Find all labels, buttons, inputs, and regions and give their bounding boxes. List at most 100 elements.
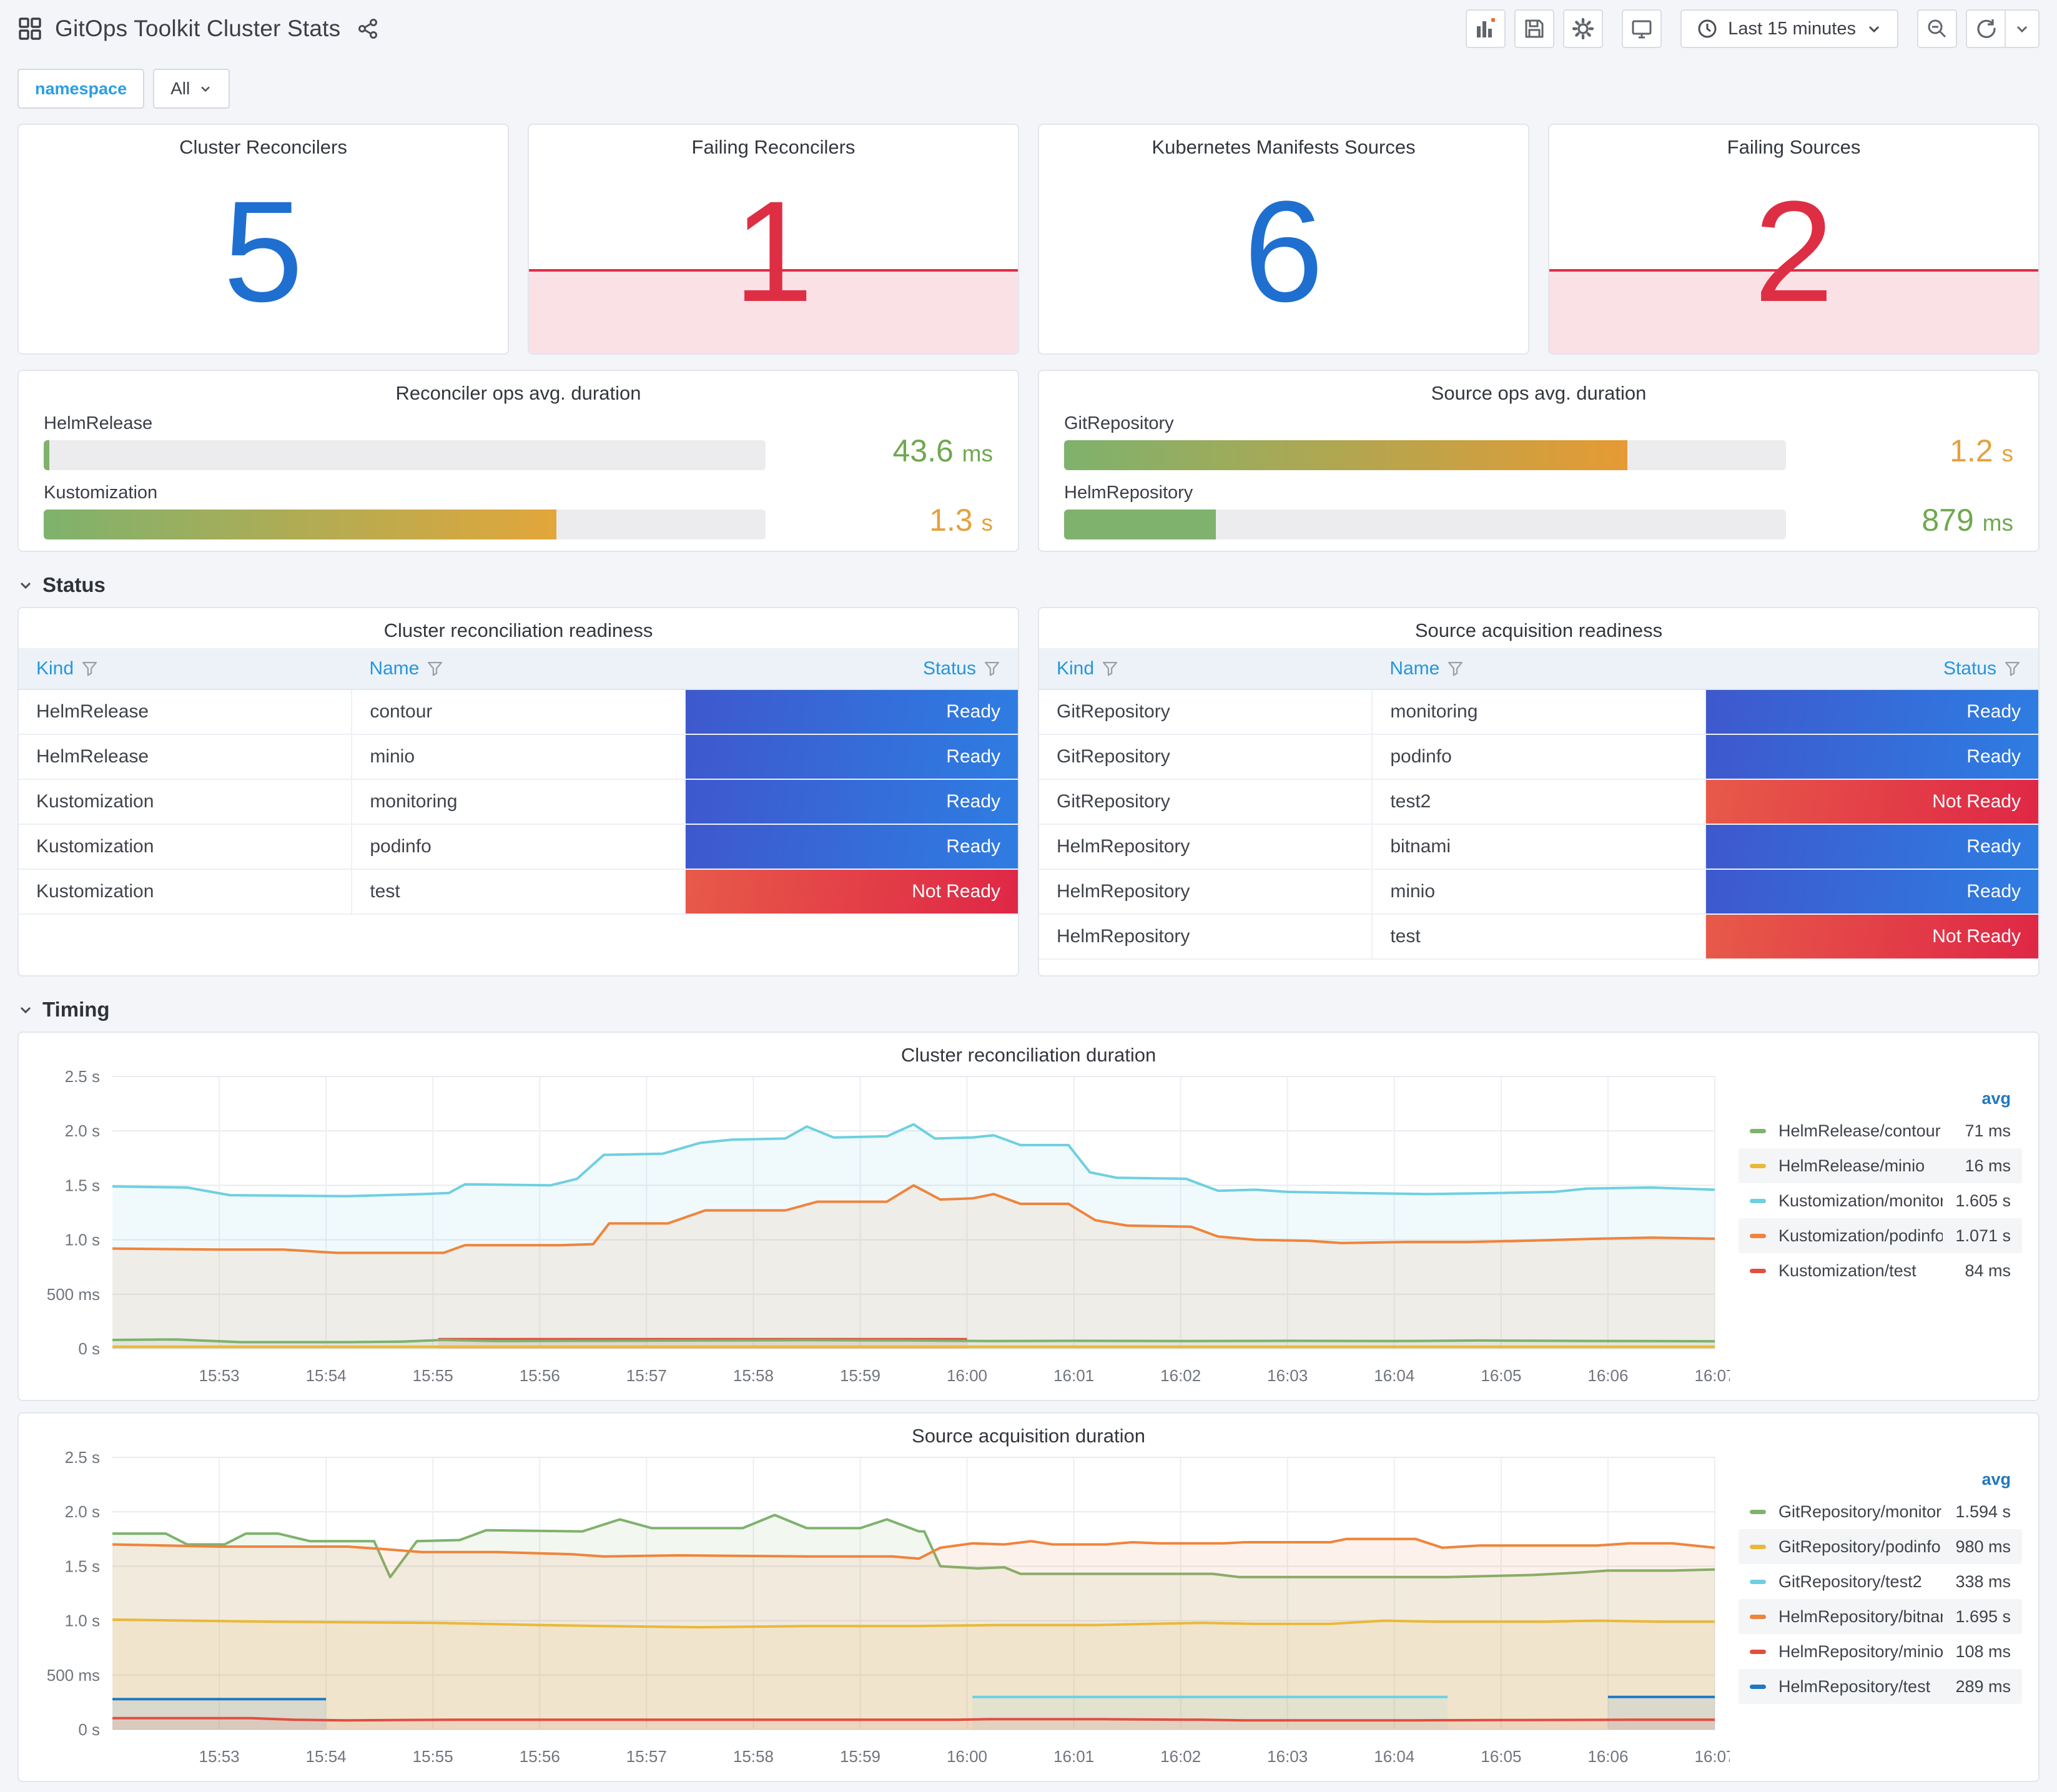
legend-series-label[interactable]: HelmRelease/minio — [1778, 1156, 1952, 1176]
panel-title[interactable]: Cluster Reconcilers — [19, 125, 508, 159]
table-row: GitRepository monitoring Ready — [1039, 689, 2038, 735]
svg-text:2.5 s: 2.5 s — [65, 1448, 100, 1467]
bargauge-panel-source-ops-avg-duration: Source ops avg. duration GitRepository 1… — [1038, 370, 2040, 552]
status-badge: Ready — [1705, 870, 2038, 913]
svg-text:16:01: 16:01 — [1053, 1366, 1094, 1385]
status-cell: Ready — [684, 689, 1018, 735]
column-header-status[interactable]: Status — [684, 648, 1018, 690]
refresh-interval-dropdown[interactable] — [2006, 9, 2040, 48]
status-cell: Ready — [684, 779, 1018, 825]
legend-series-label[interactable]: Kustomization/podinfo — [1778, 1226, 1943, 1246]
dashboard-toolbar: Last 15 minutes — [1466, 9, 2040, 48]
legend-series-label[interactable]: HelmRepository/test — [1778, 1677, 1943, 1696]
zoom-out-button[interactable] — [1917, 9, 1957, 48]
panel-title[interactable]: Source ops avg. duration — [1039, 371, 2038, 405]
cycle-view-mode-button[interactable] — [1622, 9, 1662, 48]
series-color-swatch — [1750, 1128, 1766, 1133]
refresh-button[interactable] — [1966, 9, 2006, 48]
legend-series-avg: 108 ms — [1955, 1642, 2011, 1661]
column-header-kind[interactable]: Kind — [1039, 648, 1373, 690]
column-header-name[interactable]: Name — [1372, 648, 1705, 690]
name-cell: monitoring — [352, 779, 686, 825]
series-color-swatch — [1750, 1163, 1766, 1168]
bargauge-panels-row: Reconciler ops avg. duration HelmRelease… — [17, 370, 2040, 552]
gauge-row-gitrepository: GitRepository 1.2 s — [1064, 413, 2013, 470]
time-range-picker[interactable]: Last 15 minutes — [1680, 9, 1898, 48]
svg-text:16:05: 16:05 — [1481, 1747, 1521, 1766]
name-cell: contour — [352, 689, 686, 735]
series-color-swatch — [1750, 1268, 1766, 1273]
legend-series-avg: 1.594 s — [1955, 1502, 2011, 1521]
legend-series-label[interactable]: HelmRepository/bitnami — [1778, 1607, 1943, 1627]
column-header-name[interactable]: Name — [352, 648, 685, 690]
name-cell: bitnami — [1372, 824, 1706, 870]
legend-series-label[interactable]: GitRepository/podinfo — [1778, 1537, 1943, 1557]
filter-icon[interactable] — [1102, 660, 1118, 677]
readiness-tables-row: Cluster reconciliation readiness Kind Na… — [17, 607, 2040, 977]
save-dashboard-button[interactable] — [1514, 9, 1555, 48]
status-cell: Ready — [1705, 869, 2038, 915]
legend-series-label[interactable]: HelmRepository/minio — [1778, 1642, 1943, 1662]
kind-cell: HelmRepository — [1039, 869, 1373, 915]
column-header-kind[interactable]: Kind — [19, 648, 352, 690]
panel-title[interactable]: Source acquisition duration — [19, 1414, 2038, 1447]
page-title[interactable]: GitOps Toolkit Cluster Stats — [55, 16, 340, 42]
legend-row: Kustomization/podinfo 1.071 s — [1739, 1218, 2022, 1253]
svg-text:16:07: 16:07 — [1694, 1366, 1730, 1385]
panel-title[interactable]: Cluster reconciliation readiness — [19, 608, 1018, 642]
legend-series-avg: 980 ms — [1955, 1537, 2011, 1556]
stat-value: 2 — [1754, 171, 1834, 332]
svg-text:1.5 s: 1.5 s — [65, 1557, 100, 1575]
legend-avg-header[interactable]: avg — [1739, 1089, 2022, 1113]
legend-series-label[interactable]: HelmRelease/contour — [1778, 1121, 1952, 1141]
column-header-status[interactable]: Status — [1705, 648, 2038, 690]
table-panel-cluster-reconciliation-readiness: Cluster reconciliation readiness Kind Na… — [17, 607, 1019, 977]
chevron-down-icon — [1868, 26, 1880, 33]
filter-icon[interactable] — [2004, 660, 2021, 677]
legend-series-label[interactable]: GitRepository/test2 — [1778, 1572, 1943, 1592]
panel-title[interactable]: Failing Reconcilers — [529, 125, 1018, 159]
status-cell: Not Ready — [1705, 779, 2038, 825]
svg-text:16:00: 16:00 — [947, 1747, 987, 1766]
gauge-label: HelmRelease — [44, 413, 153, 433]
svg-text:2.0 s: 2.0 s — [65, 1502, 100, 1521]
legend-series-label[interactable]: GitRepository/monitoring — [1778, 1502, 1943, 1522]
namespace-variable-dropdown[interactable]: All — [153, 69, 230, 109]
svg-text:15:55: 15:55 — [413, 1747, 453, 1766]
share-icon[interactable] — [357, 17, 379, 40]
series-color-swatch — [1750, 1649, 1766, 1654]
timing-section-title: Timing — [42, 998, 110, 1021]
svg-text:16:06: 16:06 — [1587, 1366, 1628, 1385]
legend-series-label[interactable]: Kustomization/test — [1778, 1261, 1952, 1281]
status-cell: Ready — [1705, 824, 2038, 870]
legend-series-avg: 1.071 s — [1955, 1226, 2011, 1245]
panel-title[interactable]: Cluster reconciliation duration — [19, 1033, 2038, 1066]
kind-cell: HelmRelease — [19, 734, 353, 780]
time-series-plot[interactable]: 0 s 500 ms 1.0 s 1.5 s 2.0 s 2.5 s 15:53 15:54 1… — [19, 1066, 1739, 1392]
table-row: HelmRepository minio Ready — [1039, 869, 2038, 915]
legend-series-label[interactable]: Kustomization/monitoring — [1778, 1191, 1943, 1211]
legend-avg-header[interactable]: avg — [1739, 1470, 2022, 1494]
stat-panel-kubernetes-manifests-sources: Kubernetes Manifests Sources 6 — [1038, 124, 1529, 355]
panel-title[interactable]: Kubernetes Manifests Sources — [1039, 125, 1528, 159]
name-cell: test2 — [1372, 779, 1706, 825]
dashboards-grid-icon[interactable] — [17, 16, 42, 41]
svg-text:16:02: 16:02 — [1160, 1747, 1201, 1766]
dashboard-settings-button[interactable] — [1563, 9, 1604, 48]
timing-section-toggle[interactable]: Timing — [17, 998, 2040, 1022]
table-row: HelmRelease minio Ready — [19, 734, 1018, 780]
time-series-plot[interactable]: 0 s 500 ms 1.0 s 1.5 s 2.0 s 2.5 s 15:53 15:54 1… — [19, 1447, 1739, 1773]
panel-title[interactable]: Failing Sources — [1549, 125, 2038, 159]
filter-icon[interactable] — [427, 660, 443, 677]
status-section-toggle[interactable]: Status — [17, 573, 2040, 597]
panel-title[interactable]: Source acquisition readiness — [1039, 608, 2038, 642]
add-panel-button[interactable] — [1466, 9, 1506, 48]
filter-icon[interactable] — [81, 660, 98, 677]
namespace-variable-label[interactable]: namespace — [17, 69, 145, 109]
legend-row: GitRepository/podinfo 980 ms — [1739, 1529, 2022, 1564]
filter-icon[interactable] — [984, 660, 1000, 677]
panel-title[interactable]: Reconciler ops avg. duration — [19, 371, 1018, 405]
filter-icon[interactable] — [1447, 660, 1464, 677]
kind-cell: Kustomization — [19, 869, 353, 915]
template-variables-row: namespace All — [0, 57, 2057, 124]
